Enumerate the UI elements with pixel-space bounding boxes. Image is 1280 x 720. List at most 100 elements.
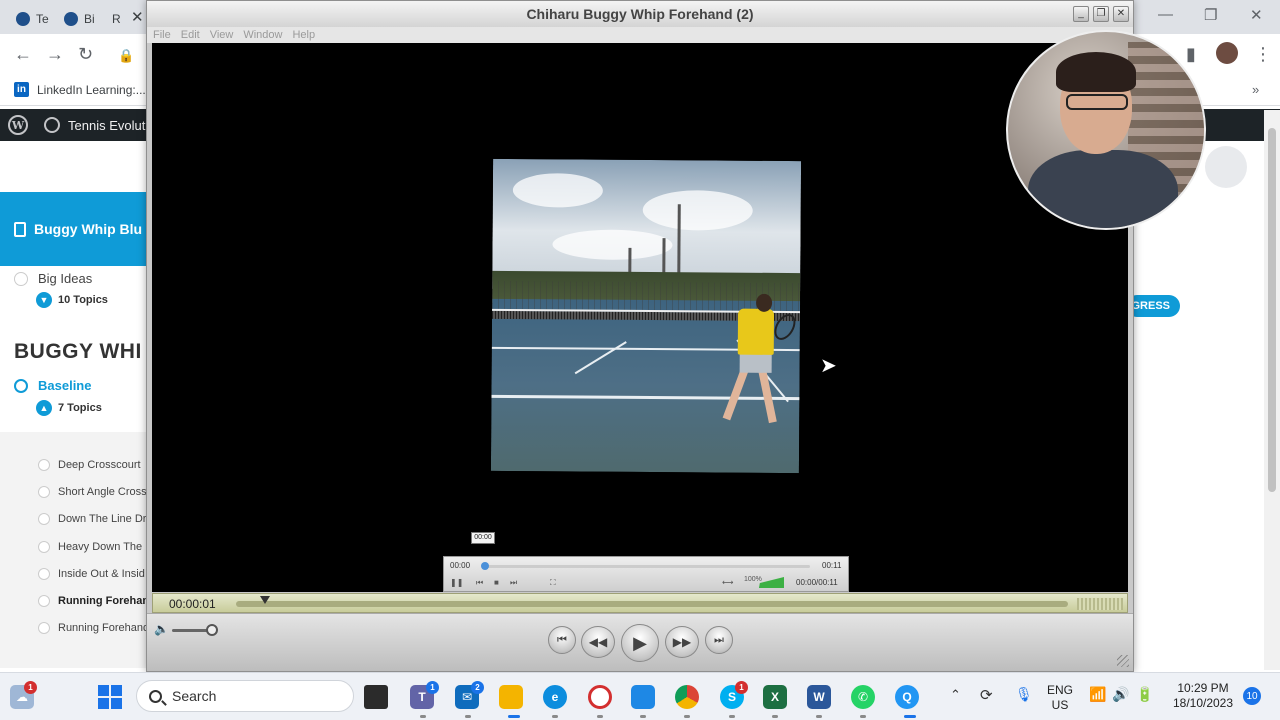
lesson-baseline[interactable]: Baseline <box>14 378 91 393</box>
word-icon[interactable]: W <box>807 685 831 709</box>
forward-icon[interactable]: → <box>46 44 64 65</box>
fast-forward-button[interactable]: ▶▶ <box>665 626 699 658</box>
site-favicon-icon <box>64 12 78 26</box>
close-window-icon[interactable]: ✕ <box>1250 6 1263 24</box>
more-bookmarks-icon[interactable]: » <box>1252 82 1259 97</box>
skip-forward-icon[interactable]: ⏭ <box>510 578 517 588</box>
scrollbar-thumb[interactable] <box>1268 128 1276 492</box>
close-tab-icon[interactable]: ✕ <box>131 8 144 26</box>
running-indicator <box>904 715 916 718</box>
list-item[interactable]: Heavy Down The <box>38 541 142 553</box>
microphone-icon[interactable]: 🎙 <box>1015 686 1033 703</box>
browser-tab-3[interactable]: R <box>112 4 121 34</box>
video-frame <box>490 158 802 474</box>
webcam-person-hair <box>1056 52 1136 92</box>
video-canvas[interactable]: ➤ 00:00 00:00 00:11 ❚❚ ⏮ ■ ⏭ ⛶ ⟷ 100% 00… <box>152 43 1128 592</box>
wifi-icon[interactable]: 📶 <box>1089 686 1106 703</box>
app-blue-icon[interactable] <box>631 685 655 709</box>
next-button[interactable]: ⏭ <box>705 626 733 654</box>
inner-seek-track[interactable] <box>484 565 810 568</box>
excel-icon[interactable]: X <box>763 685 787 709</box>
menu-window[interactable]: Window <box>243 27 282 43</box>
reload-icon[interactable]: ↻ <box>78 44 93 65</box>
close-icon[interactable]: ✕ <box>1113 6 1129 22</box>
list-item[interactable]: Inside Out & Insid <box>38 568 145 580</box>
wordpress-icon[interactable]: W <box>8 115 28 135</box>
rewind-button[interactable]: ◀◀ <box>581 626 615 658</box>
chevron-up-icon[interactable]: ⌃ <box>950 687 961 703</box>
baseline-topics-toggle[interactable]: ▲ 7 Topics <box>36 400 102 416</box>
whatsapp-icon[interactable]: ✆ <box>851 685 875 709</box>
chrome-icon[interactable] <box>675 685 699 709</box>
battery-icon[interactable]: 🔋 <box>1136 686 1153 703</box>
play-button[interactable]: ▶ <box>621 624 659 662</box>
list-item[interactable]: Deep Crosscourt <box>38 459 141 471</box>
document-icon <box>14 221 26 237</box>
volume-percent: 100% <box>744 576 762 583</box>
course-header: Buggy Whip Blu <box>0 192 146 266</box>
running-indicator <box>420 715 426 718</box>
minimize-icon[interactable]: _ <box>1073 6 1089 22</box>
list-item-active[interactable]: Running Forehan <box>38 595 149 607</box>
taskbar-search[interactable]: Search <box>136 680 354 712</box>
stop-icon[interactable]: ■ <box>494 578 499 587</box>
menu-help[interactable]: Help <box>292 27 315 43</box>
lesson-big-ideas[interactable]: Big Ideas <box>14 271 92 286</box>
skip-previous-icon: ⏮ <box>557 633 567 646</box>
minimize-icon[interactable]: — <box>1158 6 1173 23</box>
restore-icon[interactable]: ❐ <box>1204 6 1217 24</box>
speaker-icon[interactable]: 🔈 <box>154 622 169 636</box>
menu-edit[interactable]: Edit <box>181 27 200 43</box>
pause-icon[interactable]: ❚❚ <box>450 578 463 587</box>
player-title-bar[interactable]: Chiharu Buggy Whip Forehand (2) <box>147 1 1133 27</box>
quicktime-icon[interactable]: Q <box>895 685 919 709</box>
running-indicator <box>729 715 735 718</box>
language-indicator[interactable]: ENG US <box>1044 683 1076 713</box>
resize-grip-icon[interactable] <box>1117 655 1129 667</box>
list-item[interactable]: Short Angle Cross <box>38 486 147 498</box>
browser-tab-1[interactable]: Te <box>16 4 49 34</box>
lesson-status-icon <box>14 378 28 393</box>
list-item[interactable]: Running Forehand <box>38 622 149 634</box>
webcam-overlay[interactable] <box>1006 30 1206 230</box>
running-indicator <box>597 715 603 718</box>
volume-icon[interactable]: 🔊 <box>1112 686 1129 703</box>
inner-seek-knob[interactable] <box>481 562 489 570</box>
webcam-person-body <box>1028 150 1178 228</box>
file-explorer-icon[interactable] <box>499 685 523 709</box>
browser-menu-icon[interactable]: ⋮ <box>1254 44 1272 65</box>
profile-avatar[interactable] <box>1216 42 1238 64</box>
notification-badge[interactable]: 10 <box>1243 687 1261 705</box>
fullscreen-icon[interactable]: ⛶ <box>550 578 556 588</box>
list-item[interactable]: Down The Line Dr <box>38 513 146 525</box>
browser-tab-2[interactable]: Bi <box>64 4 95 34</box>
progress-button[interactable]: GRESS <box>1126 295 1180 317</box>
menu-view[interactable]: View <box>210 27 234 43</box>
app-red-icon[interactable] <box>588 685 612 709</box>
windows-logo-tile <box>111 685 122 696</box>
bookmark-linkedin[interactable]: in LinkedIn Learning:... <box>14 82 146 97</box>
big-ideas-topics-toggle[interactable]: ▼ 10 Topics <box>36 292 108 308</box>
topic-status-icon <box>38 459 50 471</box>
skip-back-icon[interactable]: ⏮ <box>476 578 483 588</box>
running-indicator <box>684 715 690 718</box>
seek-track[interactable] <box>236 601 1068 607</box>
speed-icon[interactable]: ⟷ <box>722 578 733 587</box>
edge-icon[interactable]: e <box>543 685 567 709</box>
volume-knob[interactable] <box>206 624 218 636</box>
start-button[interactable] <box>98 685 122 709</box>
topic-status-icon <box>38 622 50 634</box>
wp-site-link[interactable]: Tennis Evoluti <box>44 117 148 133</box>
seek-playhead[interactable] <box>260 596 270 604</box>
menu-file[interactable]: File <box>153 27 171 43</box>
sync-icon[interactable]: ⟳ <box>980 686 993 704</box>
previous-button[interactable]: ⏮ <box>548 626 576 654</box>
task-view-icon[interactable] <box>364 685 388 709</box>
back-icon[interactable]: ← <box>14 44 32 65</box>
restore-icon[interactable]: ❐ <box>1093 6 1109 22</box>
topic-status-icon <box>38 513 50 525</box>
clock[interactable]: 10:29 PM 18/10/2023 <box>1168 681 1238 711</box>
player-menu-bar: File Edit View Window Help <box>147 27 1133 43</box>
topic-status-icon <box>38 486 50 498</box>
topic-status-icon <box>38 568 50 580</box>
